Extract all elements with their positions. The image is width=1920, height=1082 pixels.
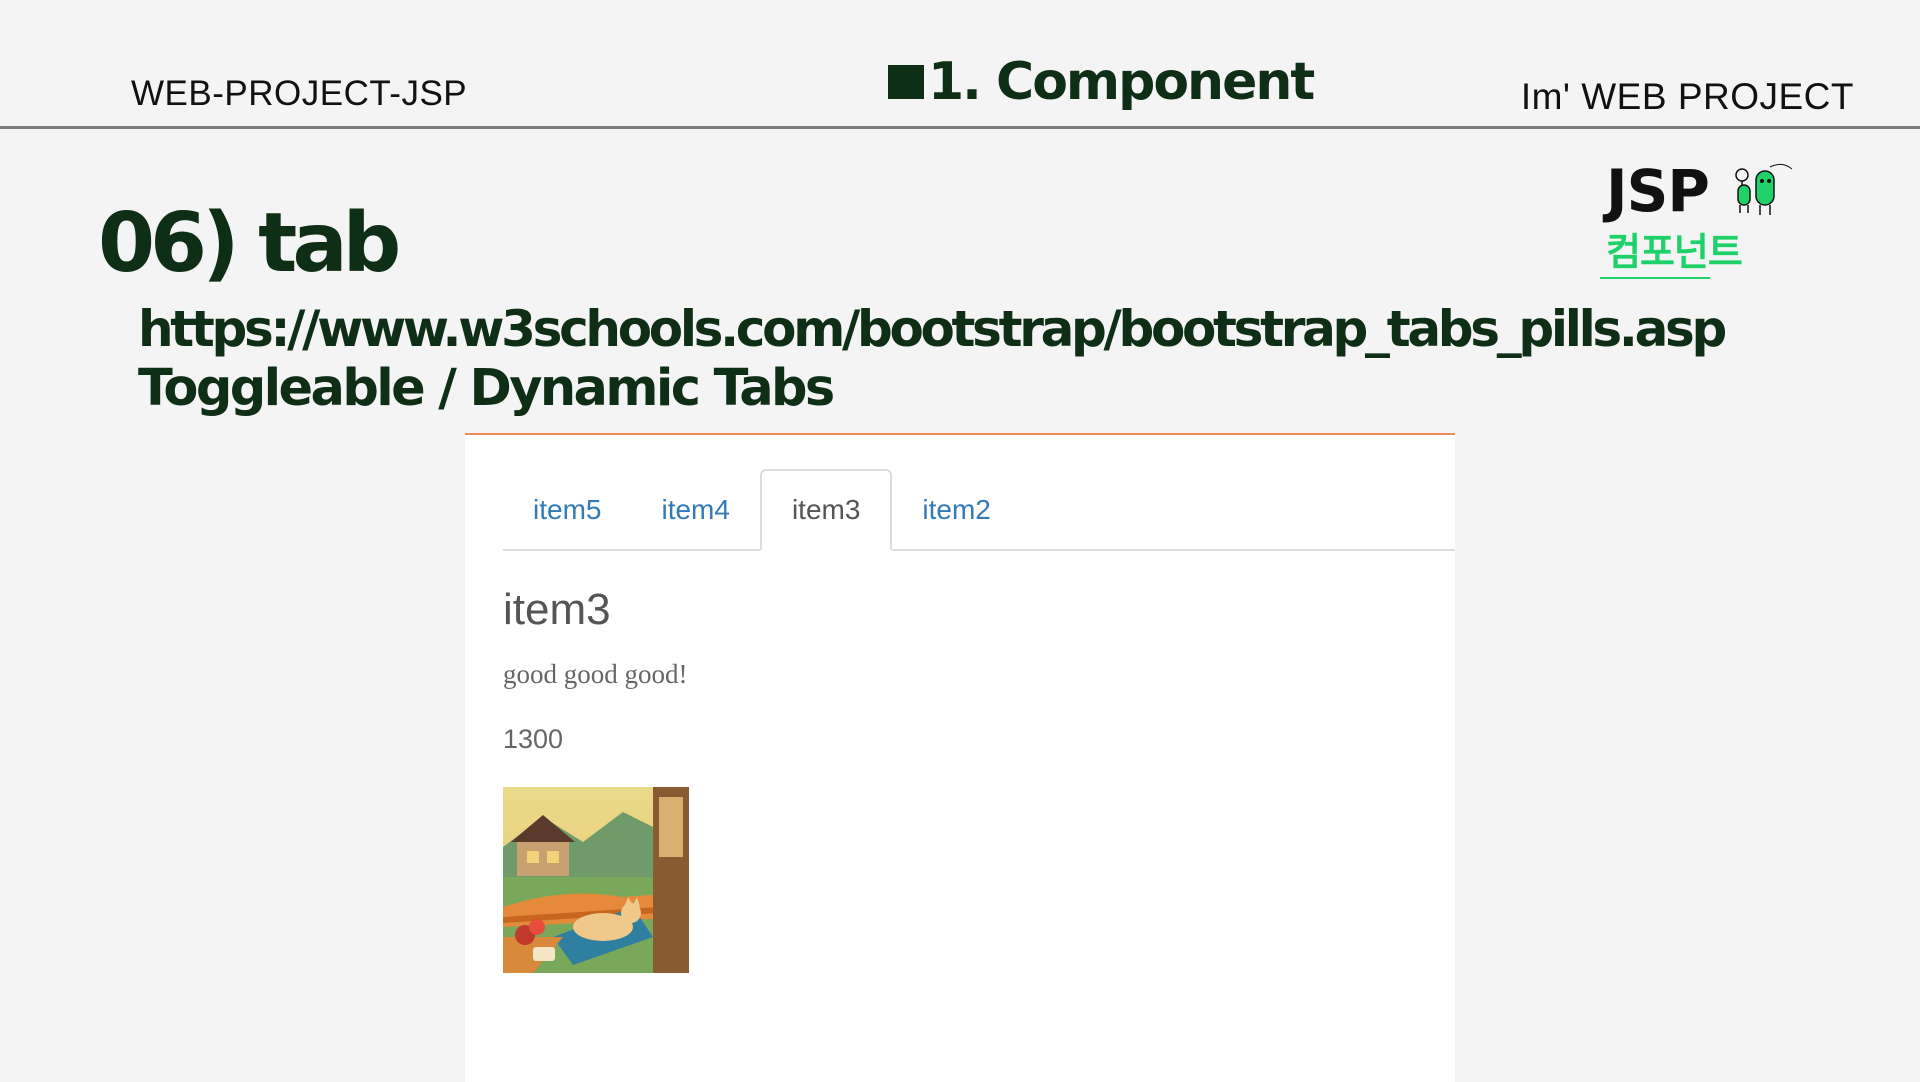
pane-text: good good good! <box>503 659 688 689</box>
tab-item3[interactable]: item3 <box>759 469 893 551</box>
header-project-name: WEB-PROJECT-JSP <box>131 74 468 113</box>
section-subtitle: Toggleable / Dynamic Tabs <box>138 359 835 418</box>
tab-item4[interactable]: item4 <box>631 471 759 549</box>
tab-item5[interactable]: item5 <box>503 471 631 549</box>
header-brand: Im' WEB PROJECT <box>1520 76 1854 117</box>
tab-pane: item3 good good good! 1300 <box>503 585 689 973</box>
section-title: 06) tab <box>98 196 401 291</box>
logo-title: JSP <box>1606 157 1710 225</box>
header-divider <box>0 126 1920 129</box>
header-chapter-title: 1. Component <box>888 52 1315 112</box>
logo-subtitle: 컴포넌트 <box>1606 230 1743 274</box>
jsp-component-logo: JSP 컴포넌트 <box>1600 157 1800 285</box>
square-bullet-icon <box>888 65 924 99</box>
tab-item2[interactable]: item2 <box>892 471 1020 549</box>
logo-underline <box>1600 277 1710 279</box>
header-chapter-label: 1. Component <box>928 52 1315 112</box>
demo-screenshot: item5 item4 item3 item2 item3 good good … <box>465 433 1455 1082</box>
pane-title: item3 <box>503 585 611 634</box>
cat-illustration-image <box>503 787 689 973</box>
tab-bar: item5 item4 item3 item2 <box>503 469 1455 551</box>
reference-url: https://www.w3schools.com/bootstrap/boot… <box>138 300 1727 358</box>
mascot-icon <box>1735 163 1793 215</box>
pane-number: 1300 <box>503 724 564 754</box>
